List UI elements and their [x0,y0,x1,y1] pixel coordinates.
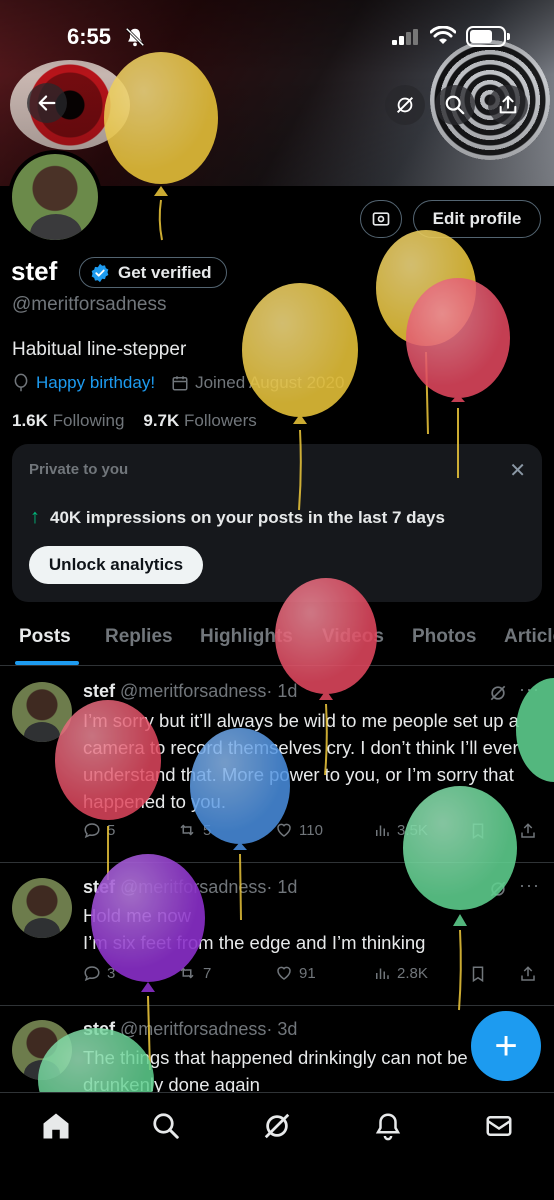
post-actions: 3 7 91 2.8K [83,964,543,988]
tab-posts[interactable]: Posts [19,626,71,648]
profile-tabs: Posts Replies Highlights Videos Photos A… [0,618,554,666]
post-item[interactable]: stef @meritforsadness· 1d ··· Hold me no… [0,864,554,1006]
birthday-link[interactable]: Happy birthday! [36,373,155,393]
heart-icon [277,966,291,980]
search-icon [445,95,465,115]
post-text: Hold me now I’m six feet from the edge a… [83,905,426,953]
search-button[interactable] [435,85,475,125]
views-chart-icon [376,825,389,836]
verified-badge-icon [91,263,109,282]
more-options-icon[interactable]: ··· [519,875,540,896]
avatar[interactable] [12,682,72,742]
arrow-up-icon: ↑ [30,506,40,528]
grok-icon [396,96,414,114]
get-verified-button[interactable]: Get verified [79,257,227,288]
following-link[interactable]: 1.6K Following [12,411,124,430]
repost-icon [180,967,194,979]
bookmark-icon[interactable] [469,821,487,841]
messages-mail-icon[interactable] [484,1111,514,1141]
home-icon[interactable] [41,1111,71,1141]
edit-profile-button[interactable]: Edit profile [413,200,541,238]
more-options-icon[interactable]: ··· [519,679,540,700]
share-button[interactable] [488,85,528,125]
avatar[interactable] [12,878,72,938]
tab-highlights[interactable]: Highlights [200,626,293,648]
post-actions: 5 5 110 3.5K [83,821,543,845]
repost-button[interactable]: 7 [177,964,211,982]
bottom-navigation [0,1092,554,1200]
tab-articles[interactable]: Articles [504,626,554,648]
battery-icon [466,26,510,47]
reply-icon [84,823,100,839]
reply-icon [84,966,100,982]
tab-videos[interactable]: Videos [322,626,384,648]
post-header: stef @meritforsadness· 1d [83,681,298,701]
post-header: stef @meritforsadness· 3d [83,1019,298,1039]
profile-meta: Happy birthday! Joined August 2020 [12,373,344,393]
follow-counts: 1.6K Following 9.7K Followers [12,411,257,431]
tab-photos[interactable]: Photos [412,626,476,648]
balloon-icon [14,373,28,392]
grok-icon[interactable] [488,879,508,899]
share-icon [499,95,517,114]
arrow-left-icon [38,95,56,111]
active-tab-indicator [15,661,79,665]
close-icon[interactable]: ✕ [509,458,526,483]
profile-avatar[interactable] [8,150,102,244]
grok-icon[interactable] [262,1111,292,1141]
repost-button[interactable]: 5 [177,821,211,839]
cellular-signal-icon [392,29,418,45]
media-button[interactable] [360,200,402,238]
followers-link[interactable]: 9.7K Followers [143,411,256,430]
views-button[interactable]: 2.8K [373,964,428,982]
like-button[interactable]: 91 [275,964,316,982]
share-icon[interactable] [519,821,537,841]
profile-bio: Habitual line-stepper [12,339,187,360]
notifications-bell-icon[interactable] [373,1111,403,1141]
like-button[interactable]: 110 [275,821,323,839]
private-label: Private to you [29,461,129,478]
post-text: The things that happened drinkingly can … [83,1047,468,1095]
avatar[interactable] [12,1020,72,1080]
heart-icon [277,823,291,837]
wifi-icon [430,26,456,44]
post-text: I’m sorry but it’ll always be wild to me… [83,710,519,812]
status-time: 6:55 [67,24,112,49]
compose-post-button[interactable]: + [471,1011,541,1081]
back-button[interactable] [27,83,67,123]
grok-icon[interactable] [488,683,508,703]
profile-handle: @meritforsadness [12,294,167,315]
calendar-icon [172,376,188,391]
private-analytics-card: Private to you ✕ ↑ 40K impressions on yo… [12,444,542,602]
views-button[interactable]: 3.5K [373,821,428,839]
get-verified-label: Get verified [118,262,212,282]
share-icon[interactable] [519,964,537,984]
bookmark-icon[interactable] [469,964,487,984]
views-chart-icon [376,968,389,979]
reply-button[interactable]: 5 [83,821,115,839]
silent-bell-icon [125,27,145,47]
tab-replies[interactable]: Replies [105,626,173,648]
profile-name: stef [11,256,58,286]
joined-date: Joined August 2020 [195,373,345,392]
unlock-analytics-button[interactable]: Unlock analytics [29,546,203,584]
search-icon[interactable] [151,1111,181,1141]
status-bar: 6:55 [0,20,554,54]
balloon-yellow [376,230,476,435]
reply-button[interactable]: 3 [83,964,115,982]
impressions-text: ↑ 40K impressions on your posts in the l… [30,506,445,528]
post-header: stef @meritforsadness· 1d [83,877,298,897]
repost-icon [180,824,194,836]
post-item[interactable]: stef @meritforsadness· 1d ··· I’m sorry … [0,667,554,863]
grok-button[interactable] [385,85,425,125]
photo-frame-icon [372,212,390,226]
